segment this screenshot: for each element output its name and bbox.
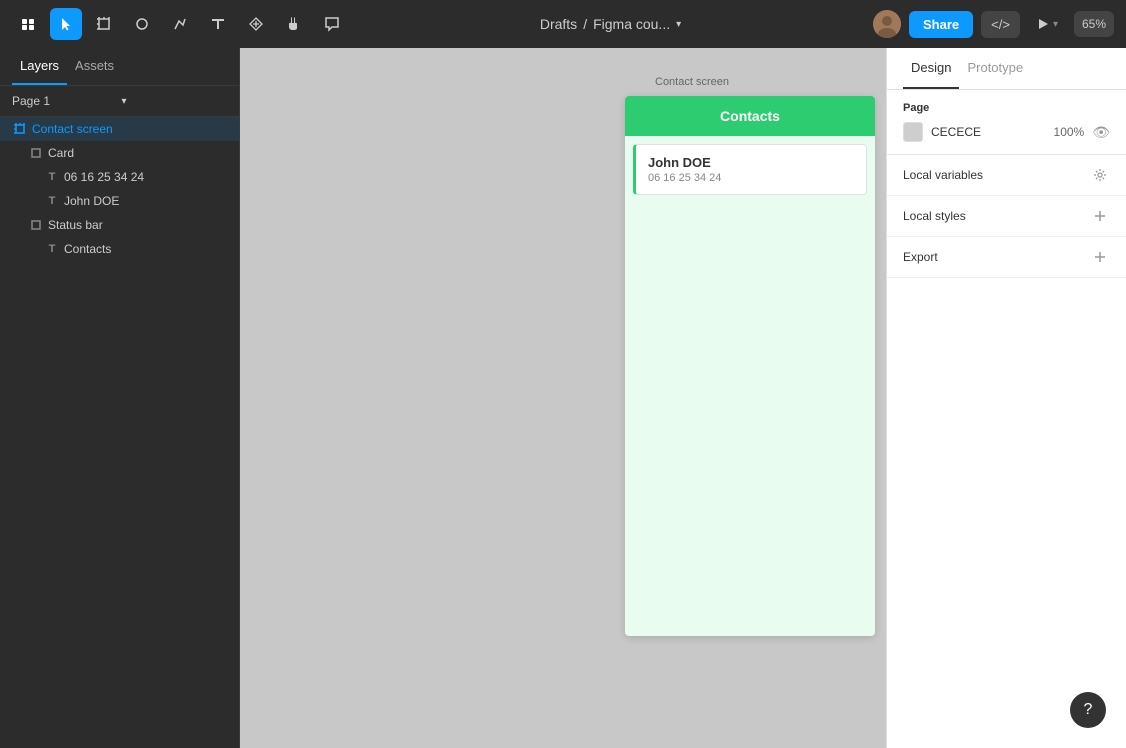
frame-icon bbox=[12, 121, 28, 137]
breadcrumb-separator: / bbox=[583, 16, 587, 32]
visibility-icon[interactable]: 👁 bbox=[1092, 124, 1110, 141]
right-panel: Design Prototype Page CECECE 100% 👁 Loca… bbox=[886, 48, 1126, 748]
layer-name-label: John DOE bbox=[64, 194, 119, 208]
local-styles-add-button[interactable] bbox=[1090, 206, 1110, 226]
layer-status-bar[interactable]: Status bar bbox=[0, 213, 239, 237]
layer-card-label: Card bbox=[48, 146, 74, 160]
toolbar-left bbox=[12, 8, 348, 40]
phone-content: John DOE 06 16 25 34 24 bbox=[625, 136, 875, 209]
contact-phone: 06 16 25 34 24 bbox=[648, 172, 854, 184]
tab-prototype[interactable]: Prototype bbox=[959, 48, 1031, 89]
text-icon-2: T bbox=[44, 193, 60, 209]
phone-header-text: Contacts bbox=[720, 108, 780, 124]
breadcrumb-drafts[interactable]: Drafts bbox=[540, 16, 577, 32]
tab-assets[interactable]: Assets bbox=[67, 48, 122, 85]
canvas[interactable]: Contact screen Contacts John DOE 06 16 2… bbox=[240, 48, 886, 748]
page-color-row: CECECE 100% 👁 bbox=[903, 122, 1110, 142]
page-opacity-label: 100% bbox=[1054, 125, 1085, 139]
zoom-button[interactable]: 65% bbox=[1074, 11, 1114, 37]
layer-name-text[interactable]: T John DOE bbox=[0, 189, 239, 213]
layer-status-bar-label: Status bar bbox=[48, 218, 103, 232]
layer-contact-screen[interactable]: Contact screen bbox=[0, 117, 239, 141]
toolbar-right: Share </> ▾ 65% bbox=[873, 10, 1114, 38]
panel-tabs: Design Prototype bbox=[887, 48, 1126, 90]
avatar bbox=[873, 10, 901, 38]
help-button[interactable]: ? bbox=[1070, 692, 1106, 728]
text-icon: T bbox=[44, 169, 60, 185]
share-button[interactable]: Share bbox=[909, 11, 973, 38]
play-button[interactable]: ▾ bbox=[1028, 11, 1066, 37]
pen-tool-button[interactable] bbox=[164, 8, 196, 40]
hand-tool-button[interactable] bbox=[278, 8, 310, 40]
main-content: Layers Assets Page 1 ▾ Contact screen Ca… bbox=[0, 48, 1126, 748]
page-selector[interactable]: Page 1 ▾ bbox=[0, 86, 239, 117]
frame-icon-2 bbox=[28, 145, 44, 161]
toolbar-center: Drafts / Figma cou... ▾ bbox=[356, 16, 865, 32]
export-label: Export bbox=[903, 250, 938, 264]
breadcrumb-dropdown-icon[interactable]: ▾ bbox=[676, 19, 681, 30]
layer-contacts-text[interactable]: T Contacts bbox=[0, 237, 239, 261]
text-icon-3: T bbox=[44, 241, 60, 257]
sidebar: Layers Assets Page 1 ▾ Contact screen Ca… bbox=[0, 48, 240, 748]
layer-phone-text[interactable]: T 06 16 25 34 24 bbox=[0, 165, 239, 189]
code-icon: </> bbox=[991, 17, 1010, 32]
sidebar-tabs: Layers Assets bbox=[0, 48, 239, 86]
component-tool-button[interactable] bbox=[240, 8, 272, 40]
layer-card[interactable]: Card bbox=[0, 141, 239, 165]
page-dropdown-icon: ▾ bbox=[122, 96, 228, 107]
comment-tool-button[interactable] bbox=[316, 8, 348, 40]
play-dropdown-icon: ▾ bbox=[1053, 19, 1058, 30]
canvas-frame-label: Contact screen bbox=[655, 76, 729, 88]
contact-card[interactable]: John DOE 06 16 25 34 24 bbox=[633, 144, 867, 195]
shape-tool-button[interactable] bbox=[126, 8, 158, 40]
page-section-title: Page bbox=[903, 102, 1110, 114]
export-add-button[interactable] bbox=[1090, 247, 1110, 267]
local-styles-row: Local styles bbox=[887, 196, 1126, 237]
frame-tool-button[interactable] bbox=[88, 8, 120, 40]
contact-name: John DOE bbox=[648, 155, 854, 170]
local-variables-row: Local variables bbox=[887, 155, 1126, 196]
move-tool-button[interactable] bbox=[50, 8, 82, 40]
local-variables-label: Local variables bbox=[903, 168, 983, 182]
page-color-swatch[interactable] bbox=[903, 122, 923, 142]
local-variables-settings-button[interactable] bbox=[1090, 165, 1110, 185]
code-button[interactable]: </> bbox=[981, 11, 1020, 38]
layer-contacts-label: Contacts bbox=[64, 242, 111, 256]
page-section: Page CECECE 100% 👁 bbox=[887, 90, 1126, 155]
breadcrumb-file[interactable]: Figma cou... bbox=[593, 16, 670, 32]
layer-phone-label: 06 16 25 34 24 bbox=[64, 170, 144, 184]
text-tool-button[interactable] bbox=[202, 8, 234, 40]
phone-header: Contacts bbox=[625, 96, 875, 136]
main-menu-button[interactable] bbox=[12, 8, 44, 40]
breadcrumb: Drafts / Figma cou... ▾ bbox=[540, 16, 681, 32]
phone-mockup[interactable]: Contacts John DOE 06 16 25 34 24 bbox=[625, 96, 875, 636]
tab-layers[interactable]: Layers bbox=[12, 48, 67, 85]
frame-icon-3 bbox=[28, 217, 44, 233]
page-color-label: CECECE bbox=[931, 125, 1046, 139]
tab-design[interactable]: Design bbox=[903, 48, 959, 89]
toolbar: Drafts / Figma cou... ▾ Share </> ▾ 65% bbox=[0, 0, 1126, 48]
page-name: Page 1 bbox=[12, 94, 118, 108]
local-styles-label: Local styles bbox=[903, 209, 966, 223]
export-row: Export bbox=[887, 237, 1126, 278]
layer-contact-screen-label: Contact screen bbox=[32, 122, 113, 136]
